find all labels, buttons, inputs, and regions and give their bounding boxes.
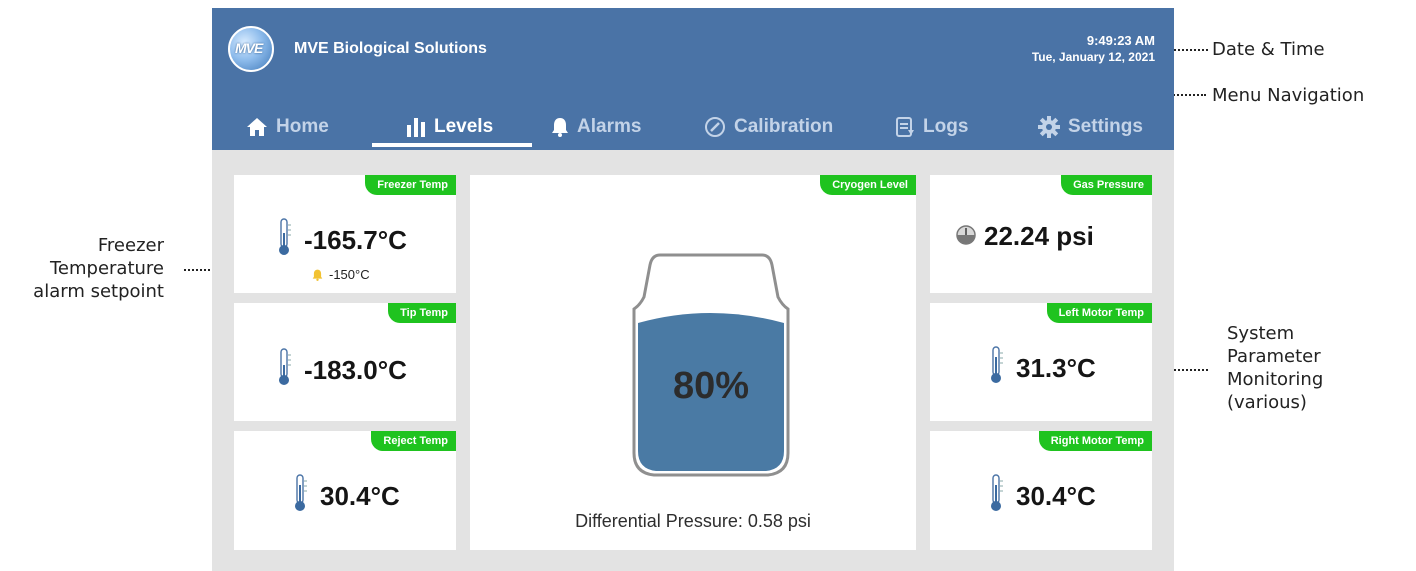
- tip-temp-value: -183.0°C: [304, 355, 407, 385]
- brand-name: MVE Biological Solutions: [294, 40, 487, 57]
- left-motor-temp-card[interactable]: Left Motor Temp 31.3°C: [930, 303, 1152, 421]
- active-tab-indicator: [372, 143, 532, 147]
- home-icon: [246, 117, 268, 137]
- date-time-display: 9:49:23 AM Tue, January 12, 2021: [1032, 32, 1155, 66]
- tab-home-label: Home: [276, 115, 329, 137]
- tab-calibration-label: Calibration: [734, 115, 834, 137]
- app-header: MVE MVE Biological Solutions 9:49:23 AM …: [212, 8, 1174, 150]
- gas-pressure-badge: Gas Pressure: [1061, 175, 1152, 195]
- gear-icon: [1038, 115, 1060, 138]
- clock-time: 9:49:23 AM: [1086, 33, 1155, 48]
- reject-temp-card[interactable]: Reject Temp 30.4°C: [234, 431, 456, 550]
- freezer-alarm-setpoint: -150°C: [312, 267, 370, 282]
- pressure-gauge-icon: [956, 221, 976, 252]
- logs-icon: [895, 116, 915, 138]
- tab-settings-label: Settings: [1068, 115, 1143, 137]
- freezer-temp-reading: -165.7°C: [276, 217, 407, 264]
- cryogen-level-value: 80%: [672, 365, 750, 407]
- alarm-bell-icon: [312, 269, 323, 281]
- date-time-annotation: Date & Time: [1212, 39, 1325, 60]
- left-motor-temp-badge: Left Motor Temp: [1046, 303, 1152, 323]
- thermometer-icon: [276, 217, 292, 264]
- tab-home[interactable]: Home: [246, 103, 329, 150]
- freezer-temp-badge: Freezer Temp: [365, 175, 456, 195]
- thermometer-icon: [276, 347, 292, 394]
- menu-navigation: Home Levels Alarms Calibration Logs Sett…: [212, 103, 1174, 150]
- tab-alarms-label: Alarms: [577, 115, 642, 137]
- tip-temp-badge: Tip Temp: [388, 303, 456, 323]
- tab-logs-label: Logs: [923, 115, 969, 137]
- thermometer-icon: [292, 473, 308, 520]
- clock-date: Tue, January 12, 2021: [1031, 50, 1155, 64]
- gas-pressure-value: 22.24 psi: [984, 221, 1094, 251]
- gas-pressure-card[interactable]: Gas Pressure 22.24 psi: [930, 175, 1152, 293]
- thermometer-icon: [988, 473, 1004, 520]
- cryogen-level-card[interactable]: Cryogen Level 80% Differential Pressure:…: [470, 175, 916, 550]
- setpoint-value: -150°C: [329, 267, 370, 282]
- cryogen-level-badge: Cryogen Level: [820, 175, 916, 195]
- reject-temp-reading: 30.4°C: [292, 473, 400, 520]
- freezer-alarm-annotation: Freezer Temperature alarm setpoint: [33, 235, 164, 302]
- tab-alarms[interactable]: Alarms: [551, 103, 641, 150]
- menu-navigation-annotation: Menu Navigation: [1212, 85, 1365, 106]
- tip-temp-reading: -183.0°C: [276, 347, 407, 394]
- right-motor-temp-badge: Right Motor Temp: [1038, 431, 1152, 451]
- freezer-temp-card[interactable]: Freezer Temp -165.7°C -150°C: [234, 175, 456, 293]
- differential-pressure: Differential Pressure: 0.58 psi: [575, 511, 811, 531]
- right-motor-temp-value: 30.4°C: [1016, 481, 1096, 511]
- left-motor-temp-reading: 31.3°C: [988, 345, 1096, 392]
- gauge-icon: [704, 116, 726, 138]
- right-motor-temp-reading: 30.4°C: [988, 473, 1096, 520]
- right-motor-temp-card[interactable]: Right Motor Temp 30.4°C: [930, 431, 1152, 550]
- bell-icon: [551, 117, 569, 137]
- mve-logo: MVE: [228, 26, 274, 72]
- gas-pressure-reading: 22.24 psi: [956, 221, 1094, 252]
- tab-levels-label: Levels: [434, 115, 494, 137]
- tab-logs[interactable]: Logs: [895, 103, 968, 150]
- tab-calibration[interactable]: Calibration: [704, 103, 833, 150]
- logo-text: MVE: [235, 40, 263, 56]
- left-motor-temp-value: 31.3°C: [1016, 353, 1096, 383]
- reject-temp-value: 30.4°C: [320, 481, 400, 511]
- tip-temp-card[interactable]: Tip Temp -183.0°C: [234, 303, 456, 421]
- system-monitoring-annotation: System Parameter Monitoring (various): [1227, 323, 1324, 413]
- tab-settings[interactable]: Settings: [1038, 103, 1143, 150]
- reject-temp-badge: Reject Temp: [371, 431, 456, 451]
- levels-icon: [406, 117, 426, 137]
- thermometer-icon: [988, 345, 1004, 392]
- device-screen: MVE MVE Biological Solutions 9:49:23 AM …: [212, 8, 1174, 571]
- freezer-temp-value: -165.7°C: [304, 225, 407, 255]
